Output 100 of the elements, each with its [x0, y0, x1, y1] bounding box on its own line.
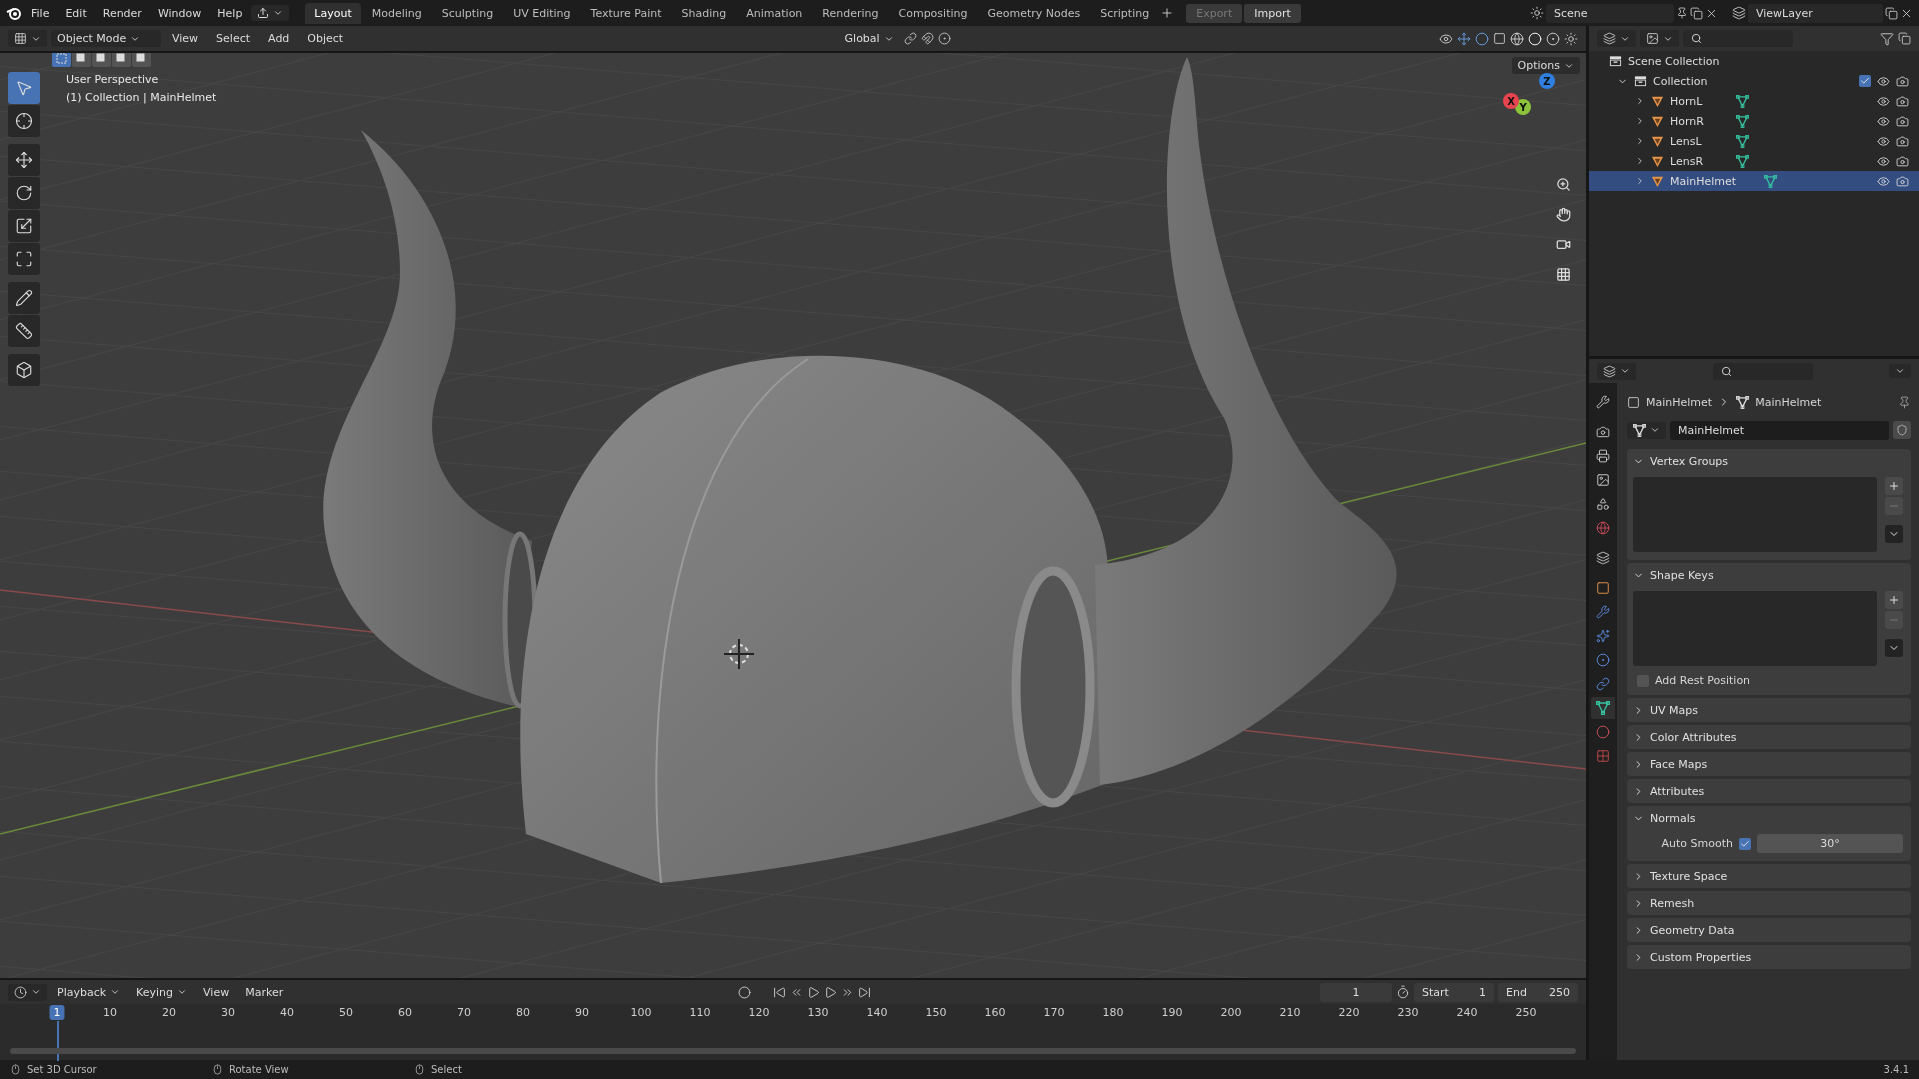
- new-collection-icon[interactable]: [1898, 32, 1911, 45]
- play-reverse-icon[interactable]: [807, 985, 821, 999]
- outliner-item[interactable]: Collection: [1653, 74, 1708, 88]
- select-mode-button[interactable]: [92, 53, 111, 67]
- eye-icon[interactable]: [1877, 134, 1890, 148]
- angle-field[interactable]: 30°: [1757, 834, 1903, 853]
- camera-icon[interactable]: [1896, 74, 1909, 88]
- tool-button[interactable]: [8, 354, 40, 386]
- camera-icon[interactable]: [1896, 94, 1909, 108]
- add-button[interactable]: [1885, 477, 1903, 495]
- tool-button[interactable]: [8, 315, 40, 347]
- search-field[interactable]: [1683, 30, 1793, 47]
- orientation-dropdown[interactable]: Global: [838, 30, 900, 47]
- workspace-tab[interactable]: Modeling: [362, 2, 431, 24]
- pin-icon[interactable]: [1898, 395, 1911, 409]
- eye-icon[interactable]: [1877, 114, 1890, 128]
- menu-item[interactable]: Select: [209, 29, 258, 48]
- menu-item[interactable]: View: [165, 29, 206, 48]
- tool-button[interactable]: [8, 144, 40, 176]
- play-icon[interactable]: [824, 985, 838, 999]
- upload-dropdown[interactable]: [251, 5, 290, 21]
- workspace-tab[interactable]: Layout: [305, 2, 361, 24]
- add-button[interactable]: [1885, 591, 1903, 609]
- workspace-tab[interactable]: Geometry Nodes: [978, 2, 1090, 24]
- outliner-row[interactable]: LensR: [1589, 151, 1919, 171]
- record-icon[interactable]: [738, 985, 752, 999]
- workspace-tab[interactable]: Rendering: [813, 2, 888, 24]
- start-frame-field[interactable]: Start 1: [1414, 982, 1494, 1002]
- menu-item[interactable]: Add: [261, 29, 297, 48]
- menu-item[interactable]: Help: [210, 3, 250, 23]
- gizmo-axis[interactable]: X: [1503, 93, 1519, 109]
- workspace-tab[interactable]: Texture Paint: [581, 2, 671, 24]
- tool-button[interactable]: [8, 210, 40, 242]
- workspace-tab[interactable]: Scripting: [1091, 2, 1159, 24]
- editor-type-dropdown[interactable]: [1597, 362, 1636, 380]
- eye-icon[interactable]: [1877, 74, 1890, 88]
- specials-button[interactable]: [1885, 525, 1903, 543]
- menu-item[interactable]: Playback: [51, 983, 127, 1001]
- camera-icon[interactable]: [1896, 154, 1909, 168]
- workspace-tab[interactable]: Shading: [672, 2, 736, 24]
- workspace-tab[interactable]: Animation: [737, 2, 812, 24]
- toolbar-button[interactable]: Import: [1244, 3, 1301, 23]
- outliner-row[interactable]: HornR: [1589, 111, 1919, 131]
- tool-button[interactable]: [8, 105, 40, 137]
- search-field[interactable]: [1712, 362, 1813, 380]
- menu-item[interactable]: Keying: [130, 983, 194, 1001]
- menu-item[interactable]: File: [24, 3, 57, 23]
- outliner-item[interactable]: Scene Collection: [1628, 54, 1720, 68]
- panel-header[interactable]: Normals: [1633, 806, 1903, 830]
- specials-button[interactable]: [1885, 639, 1903, 657]
- end-frame-field[interactable]: End 250: [1498, 982, 1578, 1002]
- data-name-field[interactable]: MainHelmet: [1670, 420, 1889, 440]
- menu-item[interactable]: Marker: [239, 983, 290, 1001]
- add-workspace-icon[interactable]: [1160, 6, 1175, 20]
- jump-start-icon[interactable]: [773, 985, 787, 999]
- camera-icon[interactable]: [1896, 114, 1909, 128]
- menu-item[interactable]: Edit: [58, 3, 94, 23]
- display-mode-dropdown[interactable]: [1640, 30, 1679, 47]
- select-mode-button[interactable]: [112, 53, 131, 67]
- scrollbar[interactable]: [10, 1048, 1576, 1054]
- menu-item[interactable]: Object: [300, 29, 351, 48]
- tool-button[interactable]: [8, 177, 40, 209]
- options-dropdown[interactable]: Options: [1511, 57, 1580, 74]
- checkbox[interactable]: [1739, 837, 1751, 850]
- breadcrumb-item[interactable]: MainHelmet: [1755, 395, 1822, 409]
- current-frame-field[interactable]: 1: [1320, 982, 1392, 1002]
- workspace-tab[interactable]: UV Editing: [504, 2, 580, 24]
- mode-dropdown[interactable]: Object Mode: [51, 30, 161, 47]
- camera-icon[interactable]: [1896, 134, 1909, 148]
- fake-user-button[interactable]: [1893, 421, 1911, 439]
- eye-icon[interactable]: [1877, 94, 1890, 108]
- properties-tab[interactable]: [1591, 697, 1615, 719]
- select-mode-button[interactable]: [72, 53, 91, 67]
- jump-end-icon[interactable]: [858, 985, 872, 999]
- scene-field[interactable]: Scene: [1546, 3, 1674, 23]
- editor-type-dropdown[interactable]: [8, 30, 47, 47]
- camera-icon[interactable]: [1896, 174, 1909, 188]
- outliner-row[interactable]: MainHelmet: [1589, 171, 1919, 191]
- gizmo-axis[interactable]: Z: [1539, 73, 1555, 89]
- menu-item[interactable]: Window: [150, 3, 209, 23]
- workspace-tab[interactable]: Compositing: [889, 2, 977, 24]
- panel-header[interactable]: Shape Keys: [1633, 563, 1903, 587]
- tool-button[interactable]: [8, 243, 40, 275]
- filter-icon[interactable]: [1880, 31, 1894, 46]
- editor-type-dropdown[interactable]: [8, 983, 47, 1001]
- editor-type-dropdown[interactable]: [1597, 30, 1636, 47]
- workspace-tab[interactable]: Sculpting: [432, 2, 503, 24]
- breadcrumb-item[interactable]: MainHelmet: [1646, 395, 1713, 409]
- view-layer-field[interactable]: ViewLayer: [1748, 3, 1883, 23]
- eye-icon[interactable]: [1877, 154, 1890, 168]
- outliner-row[interactable]: HornL: [1589, 91, 1919, 111]
- menu-item[interactable]: Render: [95, 3, 149, 23]
- outliner-row[interactable]: LensL: [1589, 131, 1919, 151]
- select-mode-button[interactable]: [132, 53, 151, 67]
- eye-icon[interactable]: [1877, 174, 1890, 188]
- playhead[interactable]: 1: [49, 1005, 65, 1020]
- tool-button[interactable]: [8, 282, 40, 314]
- menu-item[interactable]: View: [197, 983, 236, 1001]
- app-logo-icon[interactable]: [6, 5, 22, 21]
- mesh-browse-dropdown[interactable]: [1627, 421, 1666, 439]
